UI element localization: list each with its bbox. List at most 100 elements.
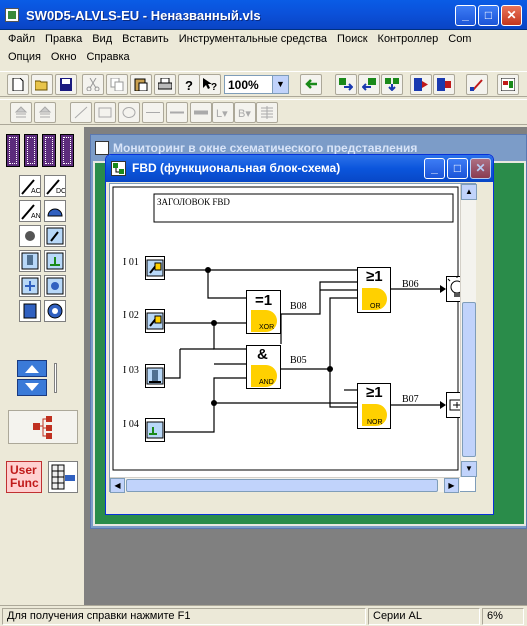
vertical-scroll-thumb[interactable]: [462, 302, 476, 457]
zoom-select[interactable]: 100% ▼: [224, 75, 289, 94]
open-button[interactable]: [31, 74, 53, 95]
menu-com[interactable]: Com: [443, 31, 476, 48]
menu-tools[interactable]: Инструментальные средства: [174, 31, 332, 48]
palette-scroll-up-button[interactable]: [17, 360, 47, 377]
input-block-i03[interactable]: [145, 364, 165, 388]
line-tool-button[interactable]: [70, 102, 92, 123]
constant-button[interactable]: [19, 225, 41, 247]
palette-tab-out[interactable]: [42, 134, 56, 167]
input-analog-button[interactable]: AN: [19, 200, 41, 222]
fbd-vertical-scrollbar[interactable]: ▲ ▼: [460, 184, 477, 477]
palette-tab-logic[interactable]: [24, 134, 38, 167]
input-block-i04[interactable]: [145, 418, 165, 442]
gauge-button[interactable]: [44, 200, 66, 222]
function-tree-button[interactable]: [8, 410, 78, 444]
input-block-i01[interactable]: [145, 256, 165, 280]
border-style-button[interactable]: B▾: [234, 102, 256, 123]
palette-tab-in[interactable]: [6, 134, 20, 167]
gate-block-b07[interactable]: ≥1 NOR: [357, 383, 391, 429]
fbd-close-button[interactable]: ✕: [470, 158, 491, 179]
port-button[interactable]: [497, 74, 519, 95]
line-style-button[interactable]: L▾: [212, 102, 234, 123]
rect-tool-button[interactable]: [94, 102, 116, 123]
new-button[interactable]: [7, 74, 29, 95]
input-dc-button[interactable]: DC: [44, 175, 66, 197]
medium-line-button[interactable]: [166, 102, 188, 123]
maximize-button[interactable]: □: [478, 5, 499, 26]
ellipse-tool-button[interactable]: [118, 102, 140, 123]
sensor-button[interactable]: [19, 250, 41, 272]
menu-window[interactable]: Окно: [46, 49, 82, 66]
input-block-i02[interactable]: [145, 309, 165, 333]
thick-line-icon: [194, 110, 208, 115]
align-button[interactable]: [256, 102, 278, 123]
fbd-horizontal-scrollbar[interactable]: ◀ ▶: [110, 477, 460, 493]
scroll-up-arrow-icon[interactable]: ▲: [461, 184, 477, 200]
scroll-left-arrow-icon[interactable]: ◀: [110, 478, 125, 493]
gate-block-b08[interactable]: =1 XOR: [246, 290, 281, 334]
paste-button[interactable]: [130, 74, 152, 95]
gate-block-b06[interactable]: ≥1 OR: [357, 267, 391, 313]
transfer-button[interactable]: [300, 74, 322, 95]
block-label-b06: B06: [402, 279, 419, 290]
menu-help[interactable]: Справка: [81, 49, 134, 66]
menu-edit[interactable]: Правка: [40, 31, 87, 48]
gate-block-b05[interactable]: & AND: [246, 345, 281, 389]
context-help-icon: ?: [203, 78, 217, 91]
input-ac-button[interactable]: AC: [19, 175, 41, 197]
fbd-title-bar[interactable]: FBD (функциональная блок-схема) _ □ ✕: [106, 155, 493, 182]
send-back-button[interactable]: [34, 102, 56, 123]
cut-button[interactable]: [82, 74, 104, 95]
menu-insert[interactable]: Вставить: [117, 31, 174, 48]
menu-search[interactable]: Поиск: [332, 31, 372, 48]
scroll-down-arrow-icon[interactable]: ▼: [461, 461, 477, 477]
selector-icon: [146, 421, 164, 439]
help-button[interactable]: ?: [178, 74, 200, 95]
title-bar[interactable]: SW0D5-ALVLS-EU - Неназванный.vls _ □ ✕: [0, 0, 527, 30]
bit-register-icon: [23, 303, 37, 319]
palette-scroll-down-button[interactable]: [17, 379, 47, 396]
network-button[interactable]: [19, 275, 41, 297]
horizontal-scroll-thumb[interactable]: [126, 479, 438, 492]
menu-controller[interactable]: Контроллер: [373, 31, 444, 48]
element-palette: AC DC AN User Func: [0, 127, 84, 612]
read-button[interactable]: [358, 74, 380, 95]
chevron-down-icon[interactable]: ▼: [272, 76, 288, 93]
run-button[interactable]: [410, 74, 432, 95]
user-func-table-button[interactable]: [48, 461, 78, 493]
app-icon[interactable]: [5, 8, 19, 22]
scroll-right-arrow-icon[interactable]: ▶: [444, 478, 459, 493]
thick-line-button[interactable]: [190, 102, 212, 123]
close-button[interactable]: ✕: [501, 5, 522, 26]
palette-tab-user[interactable]: [60, 134, 74, 167]
pushbutton-button[interactable]: [44, 225, 66, 247]
clock-button[interactable]: [44, 300, 66, 322]
svg-text:AN: AN: [31, 213, 40, 220]
bring-front-button[interactable]: [10, 102, 32, 123]
stop-button[interactable]: [433, 74, 455, 95]
selector-button[interactable]: [44, 250, 66, 272]
arrow-down-icon: [25, 383, 39, 391]
copy-button[interactable]: [106, 74, 128, 95]
monitor-button[interactable]: [466, 74, 488, 95]
menu-view[interactable]: Вид: [87, 31, 117, 48]
print-button[interactable]: [154, 74, 176, 95]
menu-file[interactable]: Файл: [3, 31, 40, 48]
menu-option[interactable]: Опция: [3, 49, 46, 66]
minimize-button[interactable]: _: [455, 5, 476, 26]
connector-button[interactable]: [44, 275, 66, 297]
verify-button[interactable]: [381, 74, 403, 95]
palette-scroll-bar[interactable]: [54, 363, 57, 393]
write-button[interactable]: [335, 74, 357, 95]
context-help-button[interactable]: ?: [199, 74, 221, 95]
user-func-button[interactable]: User Func: [6, 461, 42, 493]
bit-register-button[interactable]: [19, 300, 41, 322]
fbd-minimize-button[interactable]: _: [424, 158, 445, 179]
fbd-window[interactable]: FBD (функциональная блок-схема) _ □ ✕ ЗА…: [105, 154, 494, 515]
block-label-b05: B05: [290, 355, 307, 366]
thin-line-button[interactable]: [142, 102, 164, 123]
monitor-icon: [470, 79, 483, 91]
fbd-canvas[interactable]: ЗАГОЛОВОК FBD I 01 I 02 I 03 I 04 =1 XOR…: [109, 183, 477, 493]
fbd-maximize-button[interactable]: □: [447, 158, 468, 179]
save-button[interactable]: [55, 74, 77, 95]
